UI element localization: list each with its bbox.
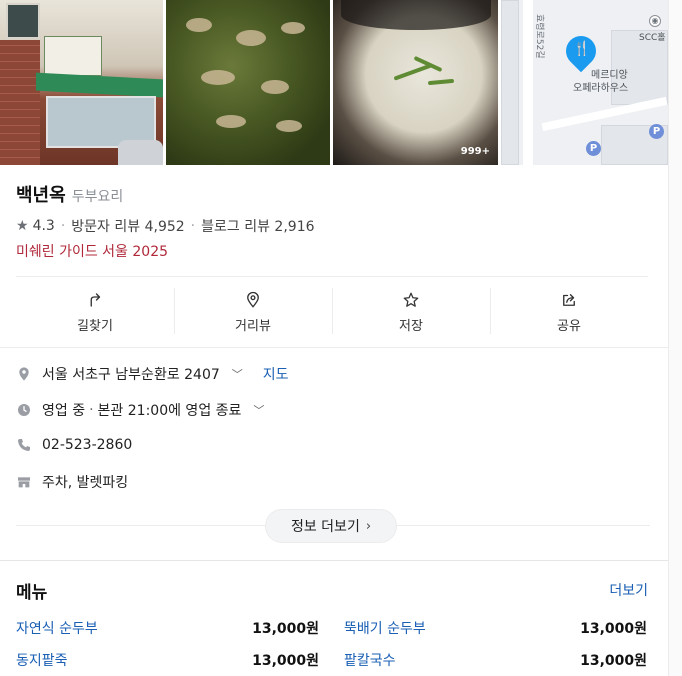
- parking-text: 주차, 발렛파킹: [42, 475, 129, 491]
- chevron-down-icon[interactable]: ﹀: [232, 366, 243, 382]
- menu-item-price: 13,000원: [252, 621, 319, 637]
- directions-button[interactable]: 길찾기: [16, 286, 174, 338]
- photo-strip: 999+ 효령로52길 🍴 메르디앙 오페라하우스 SCC홀 ◉ P P: [0, 0, 668, 165]
- store-icon: [18, 477, 30, 488]
- menu-more-link[interactable]: 더보기: [609, 580, 648, 600]
- more-info-label: 정보 더보기: [290, 519, 360, 535]
- menu-board: [44, 36, 102, 76]
- map-block: [501, 0, 519, 165]
- place-category: 두부요리: [71, 189, 124, 205]
- blog-reviews-link[interactable]: 블로그 리뷰 2,916: [201, 216, 314, 236]
- parking-marker-icon: P: [586, 141, 601, 156]
- menu-item-price: 13,000원: [252, 653, 319, 669]
- rating-value: 4.3: [32, 218, 55, 234]
- share-button[interactable]: 공유: [490, 286, 648, 338]
- menu-item-price: 13,000원: [580, 621, 647, 637]
- share-icon: [563, 293, 575, 306]
- chevron-right-icon: ›: [365, 518, 372, 534]
- restaurant-icon: 🍴: [573, 41, 591, 57]
- phone-row: 02-523-2860: [16, 437, 132, 453]
- place-name: 백년옥: [16, 185, 66, 206]
- map-road-label: 효령로52길: [534, 14, 544, 59]
- divider: [0, 347, 668, 348]
- save-label: 저장: [399, 318, 423, 334]
- map-link[interactable]: 지도: [263, 364, 289, 384]
- menu-item[interactable]: 뚝배기 순두부 13,000원: [344, 618, 647, 638]
- menu-item-name[interactable]: 동지팥죽: [16, 650, 68, 670]
- oyster-topping: [201, 70, 235, 85]
- more-info-button[interactable]: 정보 더보기 ›: [265, 509, 397, 543]
- map-thumbnail[interactable]: 효령로52길 🍴 메르디앙 오페라하우스 SCC홀 ◉ P P: [501, 0, 668, 165]
- green-onion: [427, 78, 455, 86]
- visitor-reviews-link[interactable]: 방문자 리뷰 4,952: [71, 216, 184, 236]
- oyster-topping: [186, 18, 212, 32]
- parking-marker-icon: P: [649, 124, 664, 139]
- save-button[interactable]: 저장: [332, 286, 490, 338]
- street-view-pin-icon: [247, 291, 259, 308]
- storefront-photo[interactable]: [0, 0, 163, 165]
- soup-photo[interactable]: 999+: [333, 0, 498, 165]
- menu-item-name[interactable]: 자연식 순두부: [16, 618, 98, 638]
- address-row: 서울 서초구 남부순환로 2407 ﹀ 지도: [16, 364, 289, 384]
- parked-car: [118, 140, 163, 165]
- separator-dot: ·: [190, 218, 196, 234]
- oyster-topping: [236, 30, 266, 46]
- location-pin-icon: [19, 367, 29, 381]
- menu-item[interactable]: 팥칼국수 13,000원: [344, 650, 647, 670]
- menu-item-name[interactable]: 팥칼국수: [344, 650, 396, 670]
- hours-status: 영업 중: [42, 403, 86, 419]
- directions-icon: [90, 292, 101, 307]
- clock-icon: [18, 404, 30, 416]
- menu-item-name[interactable]: 뚝배기 순두부: [344, 618, 426, 638]
- menu-heading: 메뉴: [16, 583, 48, 603]
- chevron-down-icon[interactable]: ﹀: [253, 402, 264, 418]
- address-text[interactable]: 서울 서초구 남부순환로 2407: [42, 364, 220, 384]
- action-bar: 길찾기 거리뷰 저장 공유: [16, 286, 648, 338]
- menu-item[interactable]: 자연식 순두부 13,000원: [16, 618, 319, 638]
- separator-dot: ·: [60, 218, 66, 234]
- street-view-label: 거리뷰: [235, 318, 271, 334]
- share-label: 공유: [557, 318, 581, 334]
- stone-bowl-rim: [341, 0, 491, 30]
- map-poi-icon: ◉: [649, 15, 661, 27]
- green-awning: [36, 72, 163, 98]
- section-divider: [0, 560, 668, 561]
- map-corner-label: SCC홀: [639, 33, 666, 43]
- oyster-topping: [276, 120, 302, 132]
- directions-label: 길찾기: [77, 318, 113, 334]
- oyster-topping: [261, 80, 289, 94]
- michelin-badge[interactable]: 미쉐린 가이드 서울 2025: [16, 241, 168, 261]
- phone-number[interactable]: 02-523-2860: [42, 437, 132, 453]
- store-sign: [6, 3, 40, 39]
- parking-row: 주차, 발렛파킹: [16, 472, 128, 492]
- star-outline-icon: [403, 292, 419, 307]
- rating-row: ★ 4.3 · 방문자 리뷰 4,952 · 블로그 리뷰 2,916: [16, 216, 315, 236]
- hours-row: 영업 중 · 본관 21:00에 영업 종료 ﹀: [16, 400, 264, 420]
- menu-item-price: 13,000원: [580, 653, 647, 669]
- map-road: [523, 0, 533, 165]
- menu-item[interactable]: 동지팥죽 13,000원: [16, 650, 319, 670]
- map-place-label: 오페라하우스: [573, 83, 629, 94]
- oyster-topping: [281, 22, 305, 34]
- star-icon: ★: [16, 218, 29, 234]
- pancake-photo[interactable]: [166, 0, 330, 165]
- oyster-topping: [216, 115, 246, 128]
- separator-dot: ·: [89, 402, 94, 418]
- hours-detail[interactable]: 본관 21:00에 영업 종료: [98, 400, 242, 420]
- street-view-button[interactable]: 거리뷰: [174, 286, 332, 338]
- scrollbar[interactable]: [668, 0, 682, 676]
- photo-count-badge: 999+: [460, 146, 490, 157]
- divider: [16, 276, 648, 277]
- phone-icon: [18, 439, 30, 451]
- place-header: 백년옥 두부요리: [16, 181, 123, 207]
- brick-wall: [0, 40, 40, 165]
